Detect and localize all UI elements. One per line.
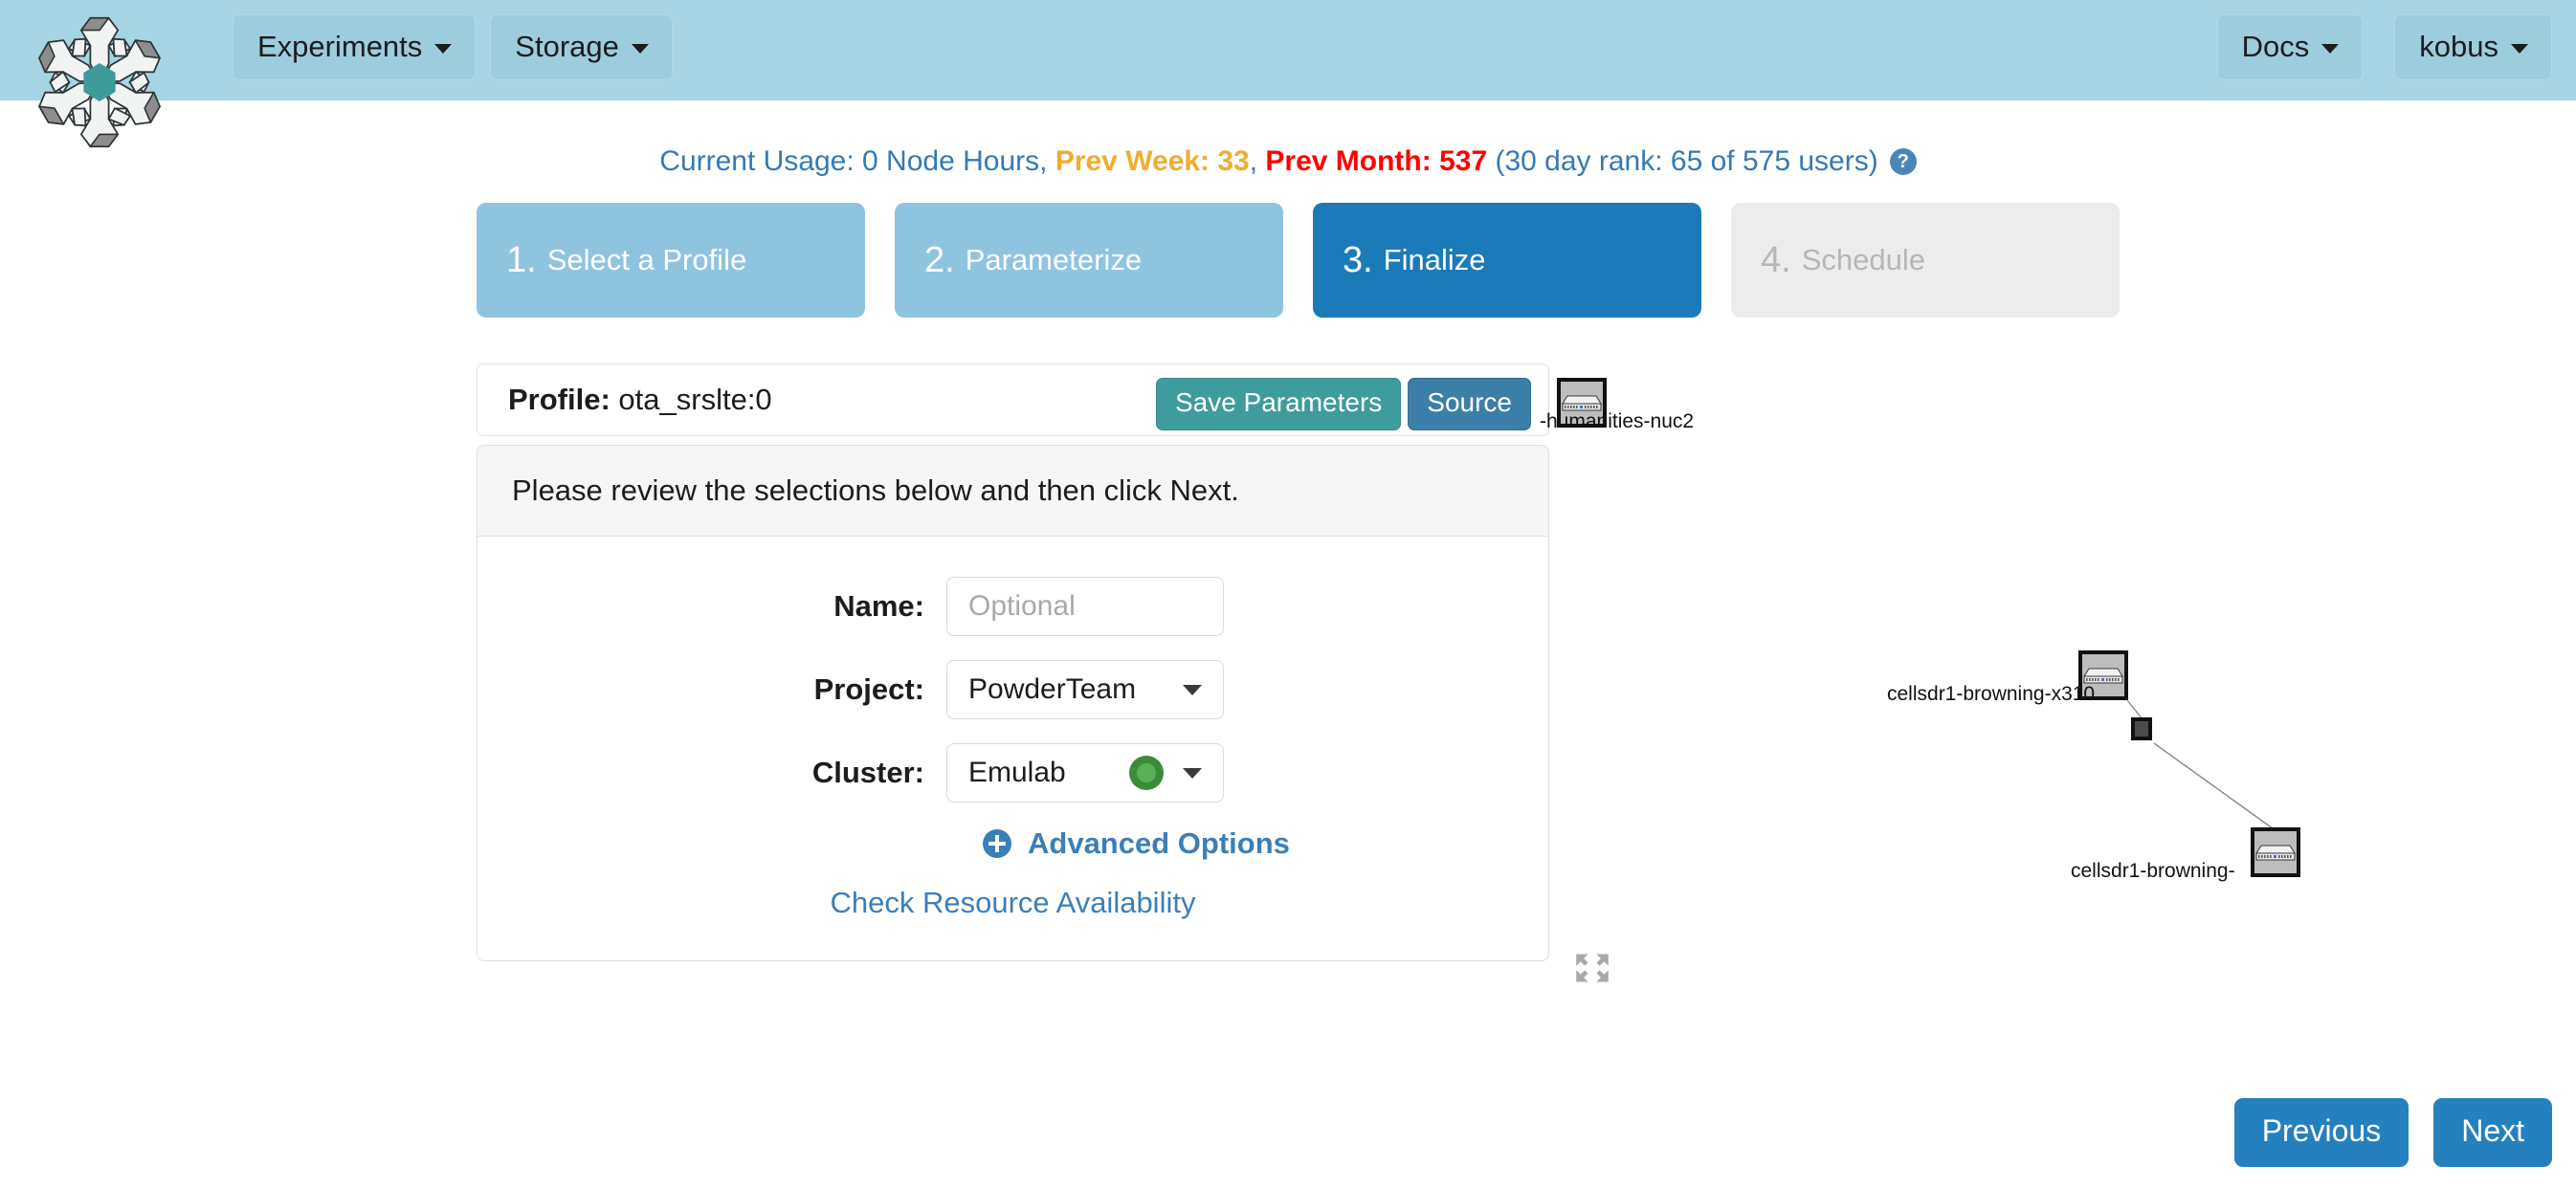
name-input-placeholder: Optional (968, 590, 1076, 622)
usage-status-line: Current Usage: 0 Node Hours, Prev Week: … (0, 145, 2576, 178)
snowflake-icon (38, 16, 161, 148)
node-cellsdr1-browning[interactable] (2251, 827, 2300, 877)
step-label: Select a Profile (546, 243, 747, 276)
profile-bar: Profile: ota_srslte:0 Save Parameters So… (477, 363, 1549, 436)
profile-value: ota_srslte:0 (618, 383, 772, 416)
chevron-down-icon (434, 43, 453, 54)
cluster-row: Cluster: Emulab (477, 743, 1548, 803)
lan-node[interactable] (2131, 717, 2152, 740)
link-x310-to-lan (2126, 699, 2143, 720)
cluster-select[interactable]: Emulab (946, 743, 1224, 803)
check-resource-availability-link[interactable]: Check Resource Availability (477, 886, 1548, 920)
nav-storage-button[interactable]: Storage (490, 14, 673, 80)
previous-button[interactable]: Previous (2233, 1098, 2409, 1167)
wizard-footer: Previous Next (2233, 1098, 2552, 1167)
cluster-select-value: Emulab (968, 757, 1066, 788)
step-number: 3. (1343, 239, 1373, 280)
node-label-cellsdr1-browning: cellsdr1-browning- (2071, 860, 2235, 882)
step-number: 2. (924, 239, 955, 280)
plus-circle-icon[interactable] (983, 829, 1011, 858)
wizard-steps: 1. Select a Profile 2. Parameterize 3. F… (477, 203, 2120, 318)
finalize-panel: Please review the selections below and t… (477, 445, 1549, 961)
chevron-down-icon (2321, 43, 2340, 54)
step-schedule: 4. Schedule (1731, 203, 2120, 318)
profile-prefix-label: Profile: (508, 383, 611, 416)
nav-user-label: kobus (2419, 30, 2498, 63)
page-root: Experiments Storage Docs kobus Current U… (0, 0, 2576, 1188)
cluster-label: Cluster: (811, 756, 924, 789)
save-parameters-button[interactable]: Save Parameters (1155, 378, 1402, 430)
expand-arrows-icon[interactable] (1574, 952, 1610, 984)
usage-rank: (30 day rank: 65 of 575 users) (1487, 145, 1878, 177)
source-button[interactable]: Source (1408, 378, 1531, 430)
nav-left-group: Experiments Storage (233, 14, 673, 80)
server-icon (2255, 845, 2296, 861)
chevron-down-icon (1183, 768, 1202, 779)
topology-viewer[interactable]: -humanities-nuc2 cellsdr1-browning-x310 (1540, 378, 2552, 1028)
nav-experiments-button[interactable]: Experiments (233, 14, 477, 80)
chevron-down-icon (1183, 685, 1202, 695)
step-parameterize[interactable]: 2. Parameterize (895, 203, 1283, 318)
finalize-form-column: Profile: ota_srslte:0 Save Parameters So… (477, 363, 1549, 961)
project-row: Project: PowderTeam (477, 660, 1548, 719)
step-finalize[interactable]: 3. Finalize (1313, 203, 1701, 318)
step-select-a-profile[interactable]: 1. Select a Profile (477, 203, 865, 318)
project-select-value: PowderTeam (968, 673, 1137, 705)
cluster-status-indicator-icon (1129, 756, 1164, 790)
nav-docs-label: Docs (2241, 30, 2310, 63)
step-label: Parameterize (965, 243, 1143, 276)
name-label: Name: (833, 589, 924, 623)
nav-right-group: Docs kobus (2216, 14, 2552, 80)
nav-experiments-label: Experiments (257, 30, 423, 63)
snowflake-logo[interactable] (23, 6, 176, 209)
profile-summary: Profile: ota_srslte:0 (508, 383, 772, 417)
next-button[interactable]: Next (2433, 1098, 2552, 1167)
advanced-options-row[interactable]: Advanced Options (477, 826, 1548, 861)
panel-instruction: Please review the selections below and t… (477, 446, 1548, 537)
node-label-humanities-nuc2: -humanities-nuc2 (1540, 410, 1695, 432)
help-icon[interactable]: ? (1889, 147, 1917, 175)
name-row: Name: Optional (477, 577, 1548, 636)
step-label: Finalize (1383, 243, 1486, 276)
chevron-down-icon (631, 43, 649, 54)
link-lan-to-browning (2153, 742, 2277, 832)
panel-body: Name: Optional Project: PowderTeam Clust… (477, 537, 1548, 960)
node-label-cellsdr1-browning-x310: cellsdr1-browning-x310 (1887, 683, 2096, 705)
top-navbar: Experiments Storage Docs kobus (0, 0, 2576, 100)
nav-user-menu-button[interactable]: kobus (2394, 14, 2552, 80)
step-label: Schedule (1801, 243, 1925, 276)
advanced-options-link[interactable]: Advanced Options (1028, 826, 1290, 861)
profile-actions: Save Parameters Source (1155, 378, 1531, 430)
usage-prev-month: Prev Month: 537 (1265, 145, 1488, 177)
usage-prev-week: Prev Week: 33 (1055, 145, 1250, 177)
usage-comma: , (1249, 145, 1266, 177)
nav-docs-button[interactable]: Docs (2216, 14, 2364, 80)
step-number: 4. (1761, 239, 1791, 280)
project-label: Project: (813, 672, 924, 706)
step-number: 1. (506, 239, 537, 280)
name-input[interactable]: Optional (946, 577, 1224, 636)
chevron-down-icon (2511, 43, 2528, 54)
nav-storage-label: Storage (515, 30, 619, 63)
project-select[interactable]: PowderTeam (946, 660, 1224, 719)
usage-current: Current Usage: 0 Node Hours, (659, 145, 1055, 177)
